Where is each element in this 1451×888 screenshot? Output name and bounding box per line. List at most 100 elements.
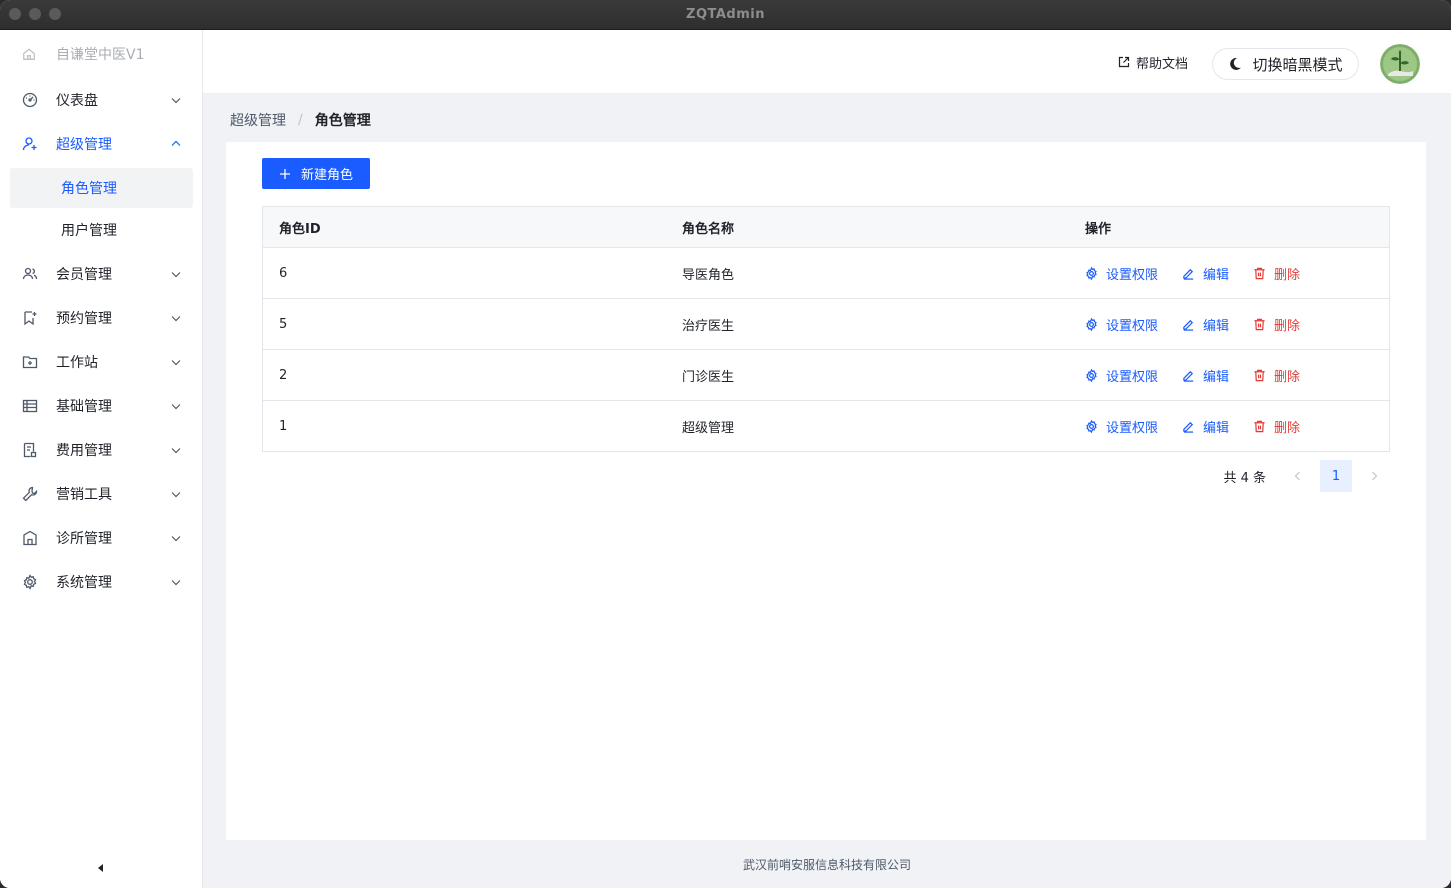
- cell-actions: 设置权限 编辑 删除: [1069, 417, 1389, 436]
- gear-icon: [22, 574, 38, 590]
- cell-role-name: 治疗医生: [682, 318, 735, 334]
- set-permissions-button[interactable]: 设置权限: [1085, 366, 1158, 385]
- user-avatar[interactable]: [1380, 44, 1420, 84]
- pagination: 共 4 条 1: [1223, 460, 1390, 492]
- pagination-total: 共 4 条: [1223, 470, 1266, 486]
- set-permissions-button[interactable]: 设置权限: [1085, 315, 1158, 334]
- sidebar-item-label: 费用管理: [56, 443, 112, 459]
- delete-button[interactable]: 删除: [1253, 264, 1300, 283]
- collapse-sidebar-icon[interactable]: [95, 862, 107, 874]
- content-card: 新建角色 角色ID 角色名称 操作 6 导医角色 设置权限 编辑 删除 5 治疗医生 设置权限…: [226, 142, 1426, 840]
- next-page-button[interactable]: [1358, 460, 1390, 492]
- edit-button[interactable]: 编辑: [1182, 315, 1229, 334]
- chevron-down-icon: [170, 444, 182, 456]
- delete-button[interactable]: 删除: [1253, 417, 1300, 436]
- sidebar-item-label: 超级管理: [56, 137, 112, 153]
- sidebar-item-label: 基础管理: [56, 399, 112, 415]
- top-header: 帮助文档 切换暗黑模式: [203, 30, 1451, 94]
- chevron-down-icon: [170, 356, 182, 368]
- sidebar-item-basic[interactable]: 基础管理: [0, 384, 202, 428]
- prev-page-button[interactable]: [1282, 460, 1314, 492]
- delete-button[interactable]: 删除: [1253, 315, 1300, 334]
- delete-label: 删除: [1274, 369, 1301, 385]
- building-icon: [22, 530, 38, 546]
- help-docs-label: 帮助文档: [1135, 56, 1188, 72]
- sidebar-item-system[interactable]: 系统管理: [0, 560, 202, 604]
- window-title: ZQTAdmin: [686, 7, 765, 22]
- app-window: ZQTAdmin 自谦堂中医V1 仪表盘 超级管理 角色管理 用户管理 会员管理…: [0, 0, 1451, 888]
- cell-role-id: 1: [279, 418, 288, 434]
- sidebar-item-appointments[interactable]: 预约管理: [0, 296, 202, 340]
- cell-actions: 设置权限 编辑 删除: [1069, 366, 1389, 385]
- sidebar-item-label: 系统管理: [56, 575, 112, 591]
- edit-button[interactable]: 编辑: [1182, 366, 1229, 385]
- sidebar-subitem-role-management[interactable]: 角色管理: [10, 168, 193, 208]
- user-admin-icon: [22, 136, 38, 152]
- new-role-label: 新建角色: [300, 168, 353, 183]
- settings-icon: [1085, 317, 1098, 331]
- main-content: 超级管理 / 角色管理 新建角色 角色ID 角色名称 操作 6 导医角色 设置权限编…: [203, 94, 1451, 888]
- trash-icon: [1253, 420, 1266, 433]
- edit-icon: [1182, 369, 1195, 382]
- edit-label: 编辑: [1203, 318, 1230, 334]
- breadcrumb-parent[interactable]: 超级管理: [230, 110, 286, 130]
- column-header-actions: 操作: [1085, 221, 1112, 237]
- set-permissions-button[interactable]: 设置权限: [1085, 417, 1158, 436]
- help-docs-link[interactable]: 帮助文档: [1118, 30, 1188, 94]
- brand-name: 自谦堂中医V1: [56, 47, 145, 63]
- sidebar-item-workstation[interactable]: 工作站: [0, 340, 202, 384]
- edit-button[interactable]: 编辑: [1182, 264, 1229, 283]
- sidebar-item-marketing[interactable]: 营销工具: [0, 472, 202, 516]
- column-header-role-name: 角色名称: [682, 221, 735, 237]
- sidebar-item-super-admin[interactable]: 超级管理: [0, 122, 202, 166]
- delete-label: 删除: [1274, 267, 1301, 283]
- chevron-up-icon: [170, 138, 182, 150]
- edit-icon: [1182, 318, 1195, 331]
- delete-label: 删除: [1274, 420, 1301, 436]
- table-row: 1 超级管理 设置权限 编辑 删除: [263, 401, 1389, 452]
- chevron-left-icon: [1294, 471, 1300, 481]
- chevron-down-icon: [170, 532, 182, 544]
- sidebar-item-dashboard[interactable]: 仪表盘: [0, 78, 202, 122]
- sidebar: 自谦堂中医V1 仪表盘 超级管理 角色管理 用户管理 会员管理 预约管理 工作站…: [0, 30, 203, 888]
- chevron-down-icon: [170, 576, 182, 588]
- delete-label: 删除: [1274, 318, 1301, 334]
- edit-button[interactable]: 编辑: [1182, 417, 1229, 436]
- breadcrumb-separator: /: [298, 112, 303, 128]
- sidebar-item-clinic[interactable]: 诊所管理: [0, 516, 202, 560]
- roles-table: 角色ID 角色名称 操作 6 导医角色 设置权限 编辑 删除 5 治疗医生 设置权限 编辑 删除 2…: [262, 206, 1390, 452]
- set-permissions-label: 设置权限: [1106, 318, 1159, 334]
- cell-role-name: 超级管理: [682, 420, 735, 436]
- set-permissions-label: 设置权限: [1106, 267, 1159, 283]
- trash-icon: [1253, 369, 1266, 382]
- chevron-down-icon: [170, 312, 182, 324]
- sidebar-item-fees[interactable]: 费用管理: [0, 428, 202, 472]
- cell-role-id: 5: [279, 316, 288, 332]
- footer-copyright: 武汉前哨安服信息科技有限公司: [742, 858, 911, 872]
- folder-add-icon: [22, 354, 38, 370]
- sidebar-item-members[interactable]: 会员管理: [0, 252, 202, 296]
- table-icon: [22, 398, 38, 414]
- sidebar-item-label: 预约管理: [56, 311, 112, 327]
- tool-icon: [22, 486, 38, 502]
- table-row: 2 门诊医生 设置权限 编辑 删除: [263, 350, 1389, 401]
- page-button[interactable]: 1: [1320, 460, 1352, 492]
- edit-label: 编辑: [1203, 420, 1230, 436]
- receipt-icon: [22, 442, 38, 458]
- chevron-down-icon: [170, 94, 182, 106]
- dark-mode-toggle[interactable]: 切换暗黑模式: [1212, 48, 1359, 80]
- sidebar-subitem-user-management[interactable]: 用户管理: [10, 210, 193, 250]
- brand[interactable]: 自谦堂中医V1: [0, 30, 202, 78]
- new-role-button[interactable]: 新建角色: [262, 158, 370, 189]
- edit-label: 编辑: [1203, 267, 1230, 283]
- delete-button[interactable]: 删除: [1253, 366, 1300, 385]
- sidebar-item-label: 诊所管理: [56, 531, 112, 547]
- cell-role-id: 2: [279, 367, 288, 383]
- dark-mode-label: 切换暗黑模式: [1252, 55, 1343, 74]
- table-header: 角色ID 角色名称 操作: [263, 207, 1389, 248]
- sidebar-item-label: 仪表盘: [56, 93, 98, 109]
- home-icon: [22, 47, 36, 61]
- bookmark-icon: [22, 310, 38, 326]
- members-icon: [22, 266, 38, 282]
- set-permissions-button[interactable]: 设置权限: [1085, 264, 1158, 283]
